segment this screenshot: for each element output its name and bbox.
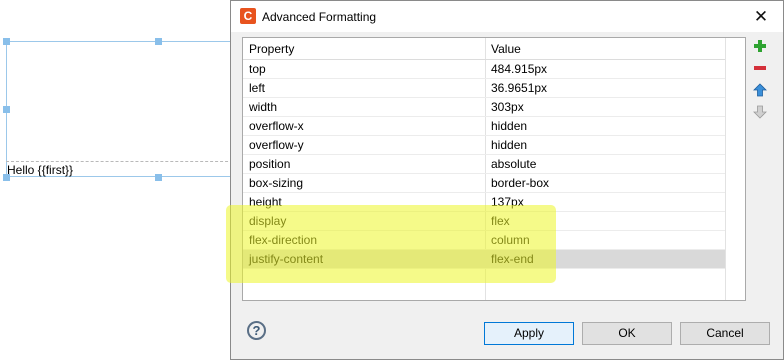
table-header: Property Value xyxy=(243,38,725,60)
property-table[interactable]: Property Value top 484.915px left 36.9651px… xyxy=(242,37,746,301)
apply-button[interactable]: Apply xyxy=(484,322,574,345)
table-row[interactable]: left 36.9651px xyxy=(243,79,725,98)
value-cell[interactable]: 303px xyxy=(485,98,725,116)
table-row[interactable]: box-sizing border-box xyxy=(243,174,725,193)
property-cell[interactable]: position xyxy=(243,155,485,173)
close-button[interactable]: ✕ xyxy=(739,1,783,32)
value-cell[interactable]: 36.9651px xyxy=(485,79,725,97)
value-cell[interactable]: 484.915px xyxy=(485,60,725,78)
table-row[interactable]: display flex xyxy=(243,212,725,231)
table-row[interactable]: top 484.915px xyxy=(243,60,725,79)
dialog-title: Advanced Formatting xyxy=(262,10,377,24)
ok-button[interactable]: OK xyxy=(582,322,672,345)
property-cell[interactable]: flex-direction xyxy=(243,231,485,249)
table-row[interactable]: overflow-y hidden xyxy=(243,136,725,155)
remove-icon[interactable] xyxy=(753,61,767,75)
table-row[interactable]: width 303px xyxy=(243,98,725,117)
advanced-formatting-dialog: C Advanced Formatting ✕ Property Value t… xyxy=(230,0,784,360)
dialog-titlebar[interactable]: C Advanced Formatting ✕ xyxy=(231,1,783,32)
property-cell[interactable]: height xyxy=(243,193,485,211)
column-divider xyxy=(725,38,726,300)
canvas-text-element[interactable]: Hello {{first}} xyxy=(7,163,73,177)
property-cell[interactable]: width xyxy=(243,98,485,116)
property-cell[interactable]: justify-content xyxy=(243,250,485,268)
property-cell[interactable]: left xyxy=(243,79,485,97)
app-logo-icon: C xyxy=(240,8,256,24)
add-icon[interactable] xyxy=(753,39,767,53)
resize-handle-top-left[interactable] xyxy=(3,38,10,45)
table-row[interactable]: position absolute xyxy=(243,155,725,174)
table-row[interactable]: height 137px xyxy=(243,193,725,212)
resize-handle-left[interactable] xyxy=(3,106,10,113)
value-cell[interactable]: flex xyxy=(485,212,725,230)
property-cell[interactable]: box-sizing xyxy=(243,174,485,192)
move-up-icon[interactable] xyxy=(753,83,767,97)
value-cell[interactable]: hidden xyxy=(485,136,725,154)
property-cell[interactable]: overflow-x xyxy=(243,117,485,135)
value-cell[interactable]: 137px xyxy=(485,193,725,211)
help-icon[interactable]: ? xyxy=(247,321,266,340)
property-cell[interactable]: display xyxy=(243,212,485,230)
value-cell[interactable]: absolute xyxy=(485,155,725,173)
cancel-button[interactable]: Cancel xyxy=(680,322,770,345)
table-row[interactable]: justify-content flex-end xyxy=(243,250,725,269)
property-cell[interactable]: top xyxy=(243,60,485,78)
value-cell[interactable]: flex-end xyxy=(485,250,725,268)
value-cell[interactable]: column xyxy=(485,231,725,249)
value-cell[interactable]: hidden xyxy=(485,117,725,135)
column-header-value[interactable]: Value xyxy=(485,38,725,59)
table-row[interactable]: flex-direction column xyxy=(243,231,725,250)
table-row[interactable]: overflow-x hidden xyxy=(243,117,725,136)
selected-container-box[interactable] xyxy=(6,41,238,177)
resize-handle-bottom[interactable] xyxy=(155,174,162,181)
value-cell[interactable]: border-box xyxy=(485,174,725,192)
property-cell[interactable]: overflow-y xyxy=(243,136,485,154)
resize-handle-top[interactable] xyxy=(155,38,162,45)
move-down-icon[interactable] xyxy=(753,105,767,119)
column-header-property[interactable]: Property xyxy=(243,38,485,59)
